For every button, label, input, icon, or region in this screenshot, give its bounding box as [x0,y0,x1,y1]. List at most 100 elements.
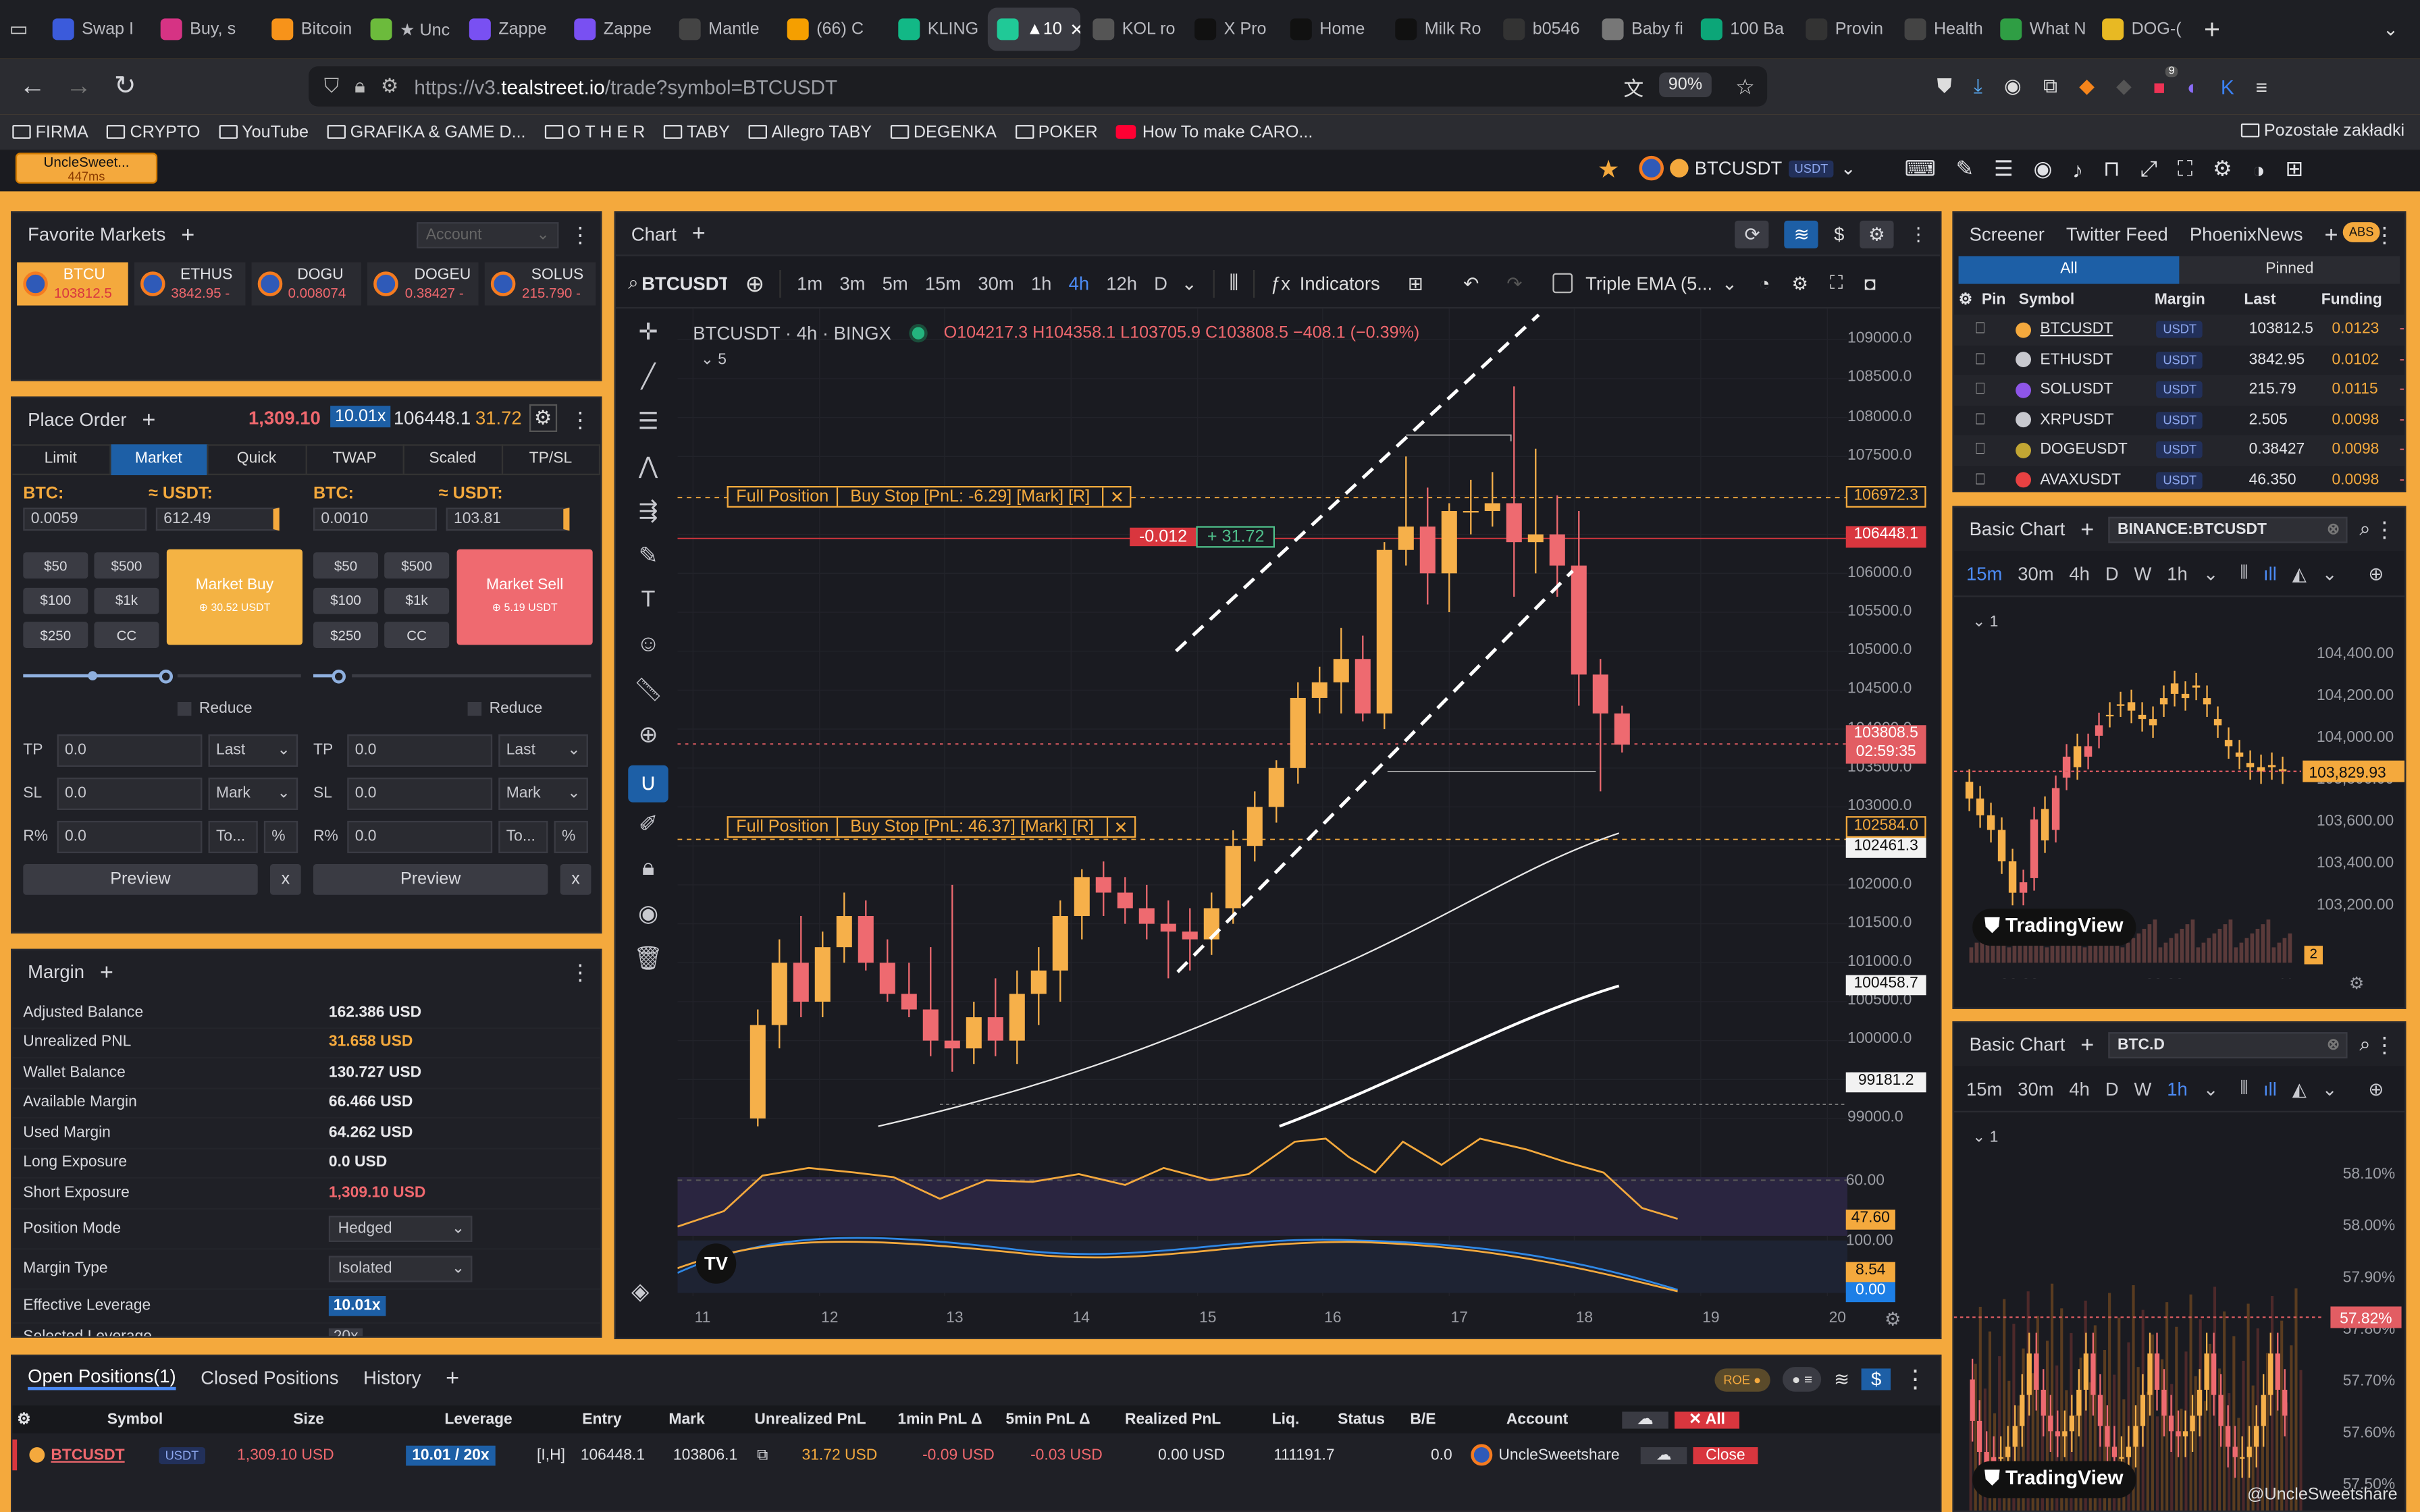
close-position-button[interactable]: Close [1693,1446,1758,1463]
trendline-icon[interactable]: ╱ [622,362,675,407]
gear-icon[interactable]: ⚙ [1959,291,1973,308]
preset-button[interactable]: CC [94,622,159,649]
timeframe-button[interactable]: D [2105,562,2119,584]
field-input[interactable]: 0.0 [57,778,203,810]
screener-column-header[interactable]: Last [2244,291,2321,308]
buy-preview-button[interactable]: Preview [23,864,258,895]
screener-tab[interactable]: PhoenixNews [2190,223,2303,245]
stack-icon[interactable]: ≋ [1834,1368,1849,1390]
checkbox[interactable] [467,702,482,716]
favorite-market-item[interactable]: DOGU 0.008074 [251,262,362,306]
favorite-star-icon[interactable]: ★ [1598,155,1620,186]
browser-tab[interactable]: ★ Unc [361,7,457,51]
roe-toggle[interactable]: ROE ● [1714,1368,1770,1391]
checkbox-icon[interactable] [1553,273,1573,294]
order-type-tab[interactable]: TP/SL [502,444,601,476]
preset-button[interactable]: $500 [94,552,159,579]
preset-button[interactable]: CC [384,622,450,649]
leverage-badge[interactable]: 10.01x [330,406,391,428]
favorite-market-item[interactable]: DOGEU 0.38427 - [367,262,479,306]
redo-icon[interactable]: ↷ [1506,272,1522,294]
screener-column-header[interactable]: Symbol [2019,291,2155,308]
trigger-select[interactable]: Mark ⌄ [208,778,298,810]
kebab-icon[interactable]: ⋮ [2373,222,2395,248]
bookmark-item[interactable]: CRYPTO [107,123,200,141]
kebab-icon[interactable]: ⋮ [1903,1364,1928,1395]
timeframe-button[interactable]: W [2134,562,2152,584]
positions-column-header[interactable]: 5min PnL Δ [993,1411,1104,1428]
indicator-icon[interactable]: ıll [2263,1078,2277,1100]
camera-icon[interactable]: ◘ [1864,272,1876,294]
kebab-icon[interactable]: ⋮ [2373,516,2395,543]
pin-icon[interactable]: ⎕ [1954,472,2016,489]
list-icon[interactable]: ☰ [1994,156,2014,182]
position-line-label[interactable]: -0.012 + 31.72 [1130,524,1275,547]
market-buy-button[interactable]: Market Buy ⊕ 30.52 USDT [166,549,303,645]
compare-icon[interactable]: ⊕ [745,269,764,297]
settings-icon[interactable]: ⚙ [2213,156,2232,182]
browser-tab[interactable]: DOG-( [2093,7,2191,51]
study-name[interactable]: Triple EMA (5... [1585,272,1712,294]
timeframe-button[interactable]: 3m [839,272,865,294]
crosshair-icon[interactable]: ✛ [622,318,675,362]
zoom-icon[interactable]: ⊕ [622,720,675,765]
ext-icon-1[interactable]: ◆ [2116,74,2132,99]
lock-icon[interactable]: 🔒︎ [354,74,365,99]
lock-drawing-icon[interactable]: ✐ [622,810,675,855]
timeframe-button[interactable]: 1m [797,272,822,294]
browser-tab[interactable]: KOL ro [1084,7,1182,51]
indicators-button[interactable]: Indicators [1300,272,1380,294]
alert-icon[interactable]: ◔ [1759,272,1770,294]
tradingview-badge[interactable]: ⛊ TradingView [1972,1461,2136,1498]
bookmark-item[interactable]: Allegro TABY [748,123,872,141]
translate-icon[interactable]: 文 [1624,72,1644,101]
preset-button[interactable]: $250 [313,622,378,649]
gear-icon[interactable]: ⚙ [1860,220,1894,249]
ruler-icon[interactable]: 📏︎ [622,676,675,720]
preset-button[interactable]: $100 [313,587,378,614]
position-leverage[interactable]: 10.01 / 20x [366,1444,535,1465]
timeframe-button[interactable]: 15m [1966,562,2002,584]
grid-icon[interactable]: ⊞ [2286,156,2304,182]
positions-tab[interactable]: History [363,1367,421,1388]
buy-btc-input[interactable]: 0.0059 [23,508,147,531]
screener-tab[interactable]: Screener [1970,223,2045,245]
field-input[interactable]: 0.0 [57,821,203,853]
preset-button[interactable]: $1k [384,587,450,614]
trigger-select[interactable]: Last ⌄ [208,734,298,767]
screener-row[interactable]: ⎕ XRPUSDT USDT 2.505 0.0098 - [1953,405,2405,435]
kebab-icon[interactable]: ⋮ [1909,223,1927,245]
gear-icon[interactable]: ⚙ [12,1411,46,1428]
favorite-market-item[interactable]: SOLUS 215.790 - [485,262,596,306]
margin-type-select[interactable]: Isolated ⌄ [328,1255,473,1282]
positions-column-header[interactable]: Unrealized PnL [733,1411,888,1428]
eye-icon[interactable]: ◉ [2033,156,2052,182]
layers-icon[interactable]: ◈ [631,1278,649,1305]
unlock-icon[interactable]: ⊓ [2103,156,2120,182]
close-all-button[interactable]: ✕ All [1675,1411,1739,1428]
trigger-select[interactable]: Last ⌄ [498,734,588,767]
candle-type-icon[interactable]: ⫴ [2240,1077,2248,1100]
candle-type-icon[interactable]: ⫴ [1230,270,1238,296]
timeframe-button[interactable]: 5m [883,272,908,294]
event-badge[interactable]: 2 [2304,946,2323,965]
pin-icon[interactable]: ⎕ [1954,381,2016,398]
share-icon[interactable]: ⧉ [752,1447,773,1463]
dollar-icon[interactable]: $ [1862,1368,1891,1390]
sell-usdt-input[interactable]: 103.81 [446,508,570,531]
browser-tab[interactable]: Buy, s [151,7,259,51]
segment-pinned[interactable]: Pinned [2179,256,2400,284]
pocket-icon[interactable]: ⛊ [1937,74,1952,99]
preset-button[interactable]: $1k [94,587,159,614]
screener-row[interactable]: ⎕ ETHUSDT USDT 3842.95 0.0102 - [1953,344,2405,375]
browser-tab[interactable]: Home [1281,7,1383,51]
pin-icon[interactable]: ⎕ [1954,352,2016,369]
add-icon[interactable]: + [2080,516,2094,543]
bookmark-item[interactable]: DEGENKA [890,123,997,141]
timeframe-button[interactable]: D [1154,272,1167,294]
timeframe-button[interactable]: 30m [2018,1078,2053,1100]
chart-symbol[interactable]: BTCUSDT [641,272,727,294]
buy-clear-button[interactable]: x [270,864,301,895]
candle-type-icon[interactable]: ⫴ [2240,562,2248,585]
positions-tab[interactable]: Open Positions(1) [28,1366,176,1390]
